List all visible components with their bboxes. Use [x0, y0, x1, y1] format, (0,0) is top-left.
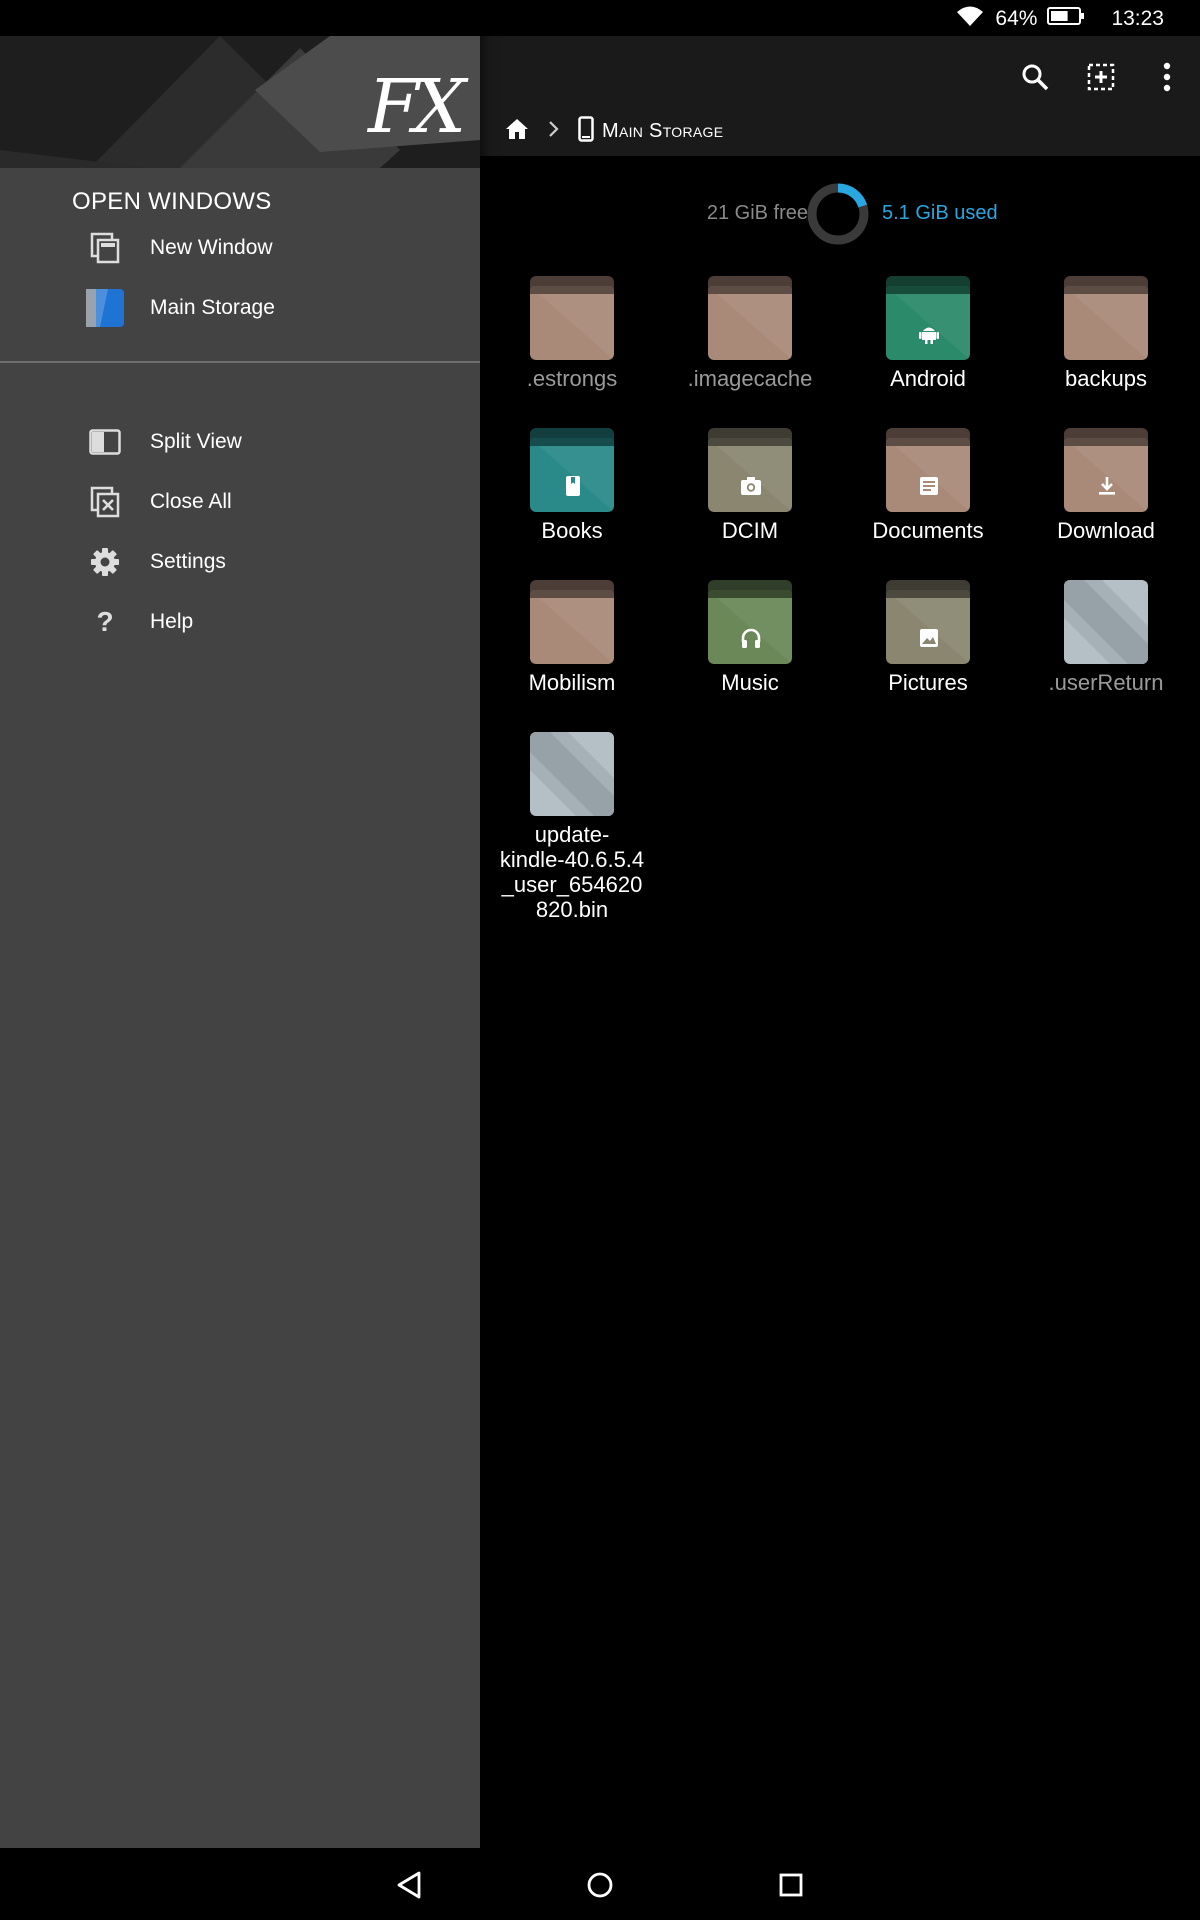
item-name: update-kindle-40.6.5.4 _user_654620 820.bi…	[483, 822, 661, 922]
folder-icon	[708, 580, 792, 664]
breadcrumb-main-storage[interactable]: Main Storage	[578, 115, 724, 147]
drawer-settings[interactable]: Settings	[86, 538, 226, 586]
navigation-bar	[0, 1848, 1200, 1920]
item-name: Documents	[872, 518, 984, 543]
storage-icon	[86, 289, 124, 327]
storage-donut-chart	[807, 183, 869, 245]
toolbar: Main Storage	[480, 36, 1200, 156]
back-icon[interactable]	[384, 1860, 434, 1910]
drawer-label: Settings	[150, 550, 226, 573]
drawer-help[interactable]: ? Help	[86, 598, 193, 646]
fx-logo: FX	[367, 64, 466, 150]
item-name-line: kindle-40.6.5.4	[499, 847, 645, 872]
help-icon: ?	[96, 606, 114, 637]
navigation-drawer: FX OPEN WINDOWS New Window Main Storage …	[0, 0, 480, 1848]
home-button-icon[interactable]	[575, 1860, 625, 1910]
split-view-icon	[86, 423, 124, 461]
folder-icon	[708, 276, 792, 360]
file-item[interactable]: update-kindle-40.6.5.4 _user_654620 820.bi…	[483, 732, 661, 922]
drawer-main-storage[interactable]: Main Storage	[86, 284, 275, 332]
drawer-label: New Window	[150, 236, 273, 259]
folder-item[interactable]: Documents	[839, 428, 1017, 543]
wifi-icon	[955, 4, 985, 34]
file-icon	[1064, 580, 1148, 664]
folder-icon	[886, 428, 970, 512]
new-window-icon	[86, 229, 124, 267]
folder-icon	[708, 428, 792, 512]
close-all-icon	[86, 483, 124, 521]
search-icon[interactable]	[1010, 52, 1060, 102]
chevron-right-icon	[548, 120, 560, 143]
folder-item[interactable]: DCIM	[661, 428, 839, 543]
item-name: backups	[1065, 366, 1147, 391]
status-right: 64% 13:23	[955, 4, 1164, 34]
file-icon	[530, 732, 614, 816]
battery-percent: 64%	[995, 7, 1038, 30]
folder-icon	[886, 276, 970, 360]
folder-item[interactable]: Mobilism	[483, 580, 661, 695]
home-icon[interactable]	[504, 117, 530, 146]
more-vert-icon[interactable]	[1142, 52, 1192, 102]
drawer-close-all[interactable]: Close All	[86, 478, 232, 526]
folder-icon	[530, 428, 614, 512]
folder-icon	[1064, 428, 1148, 512]
item-name: Books	[541, 518, 603, 543]
battery-icon	[1047, 6, 1085, 32]
folder-icon	[1064, 276, 1148, 360]
item-name-line: _user_654620	[501, 872, 643, 897]
item-name-line: 820.bin	[535, 897, 609, 922]
drawer-label: Help	[150, 610, 194, 633]
drawer-split-view[interactable]: Split View	[86, 418, 242, 466]
item-name: .estrongs	[526, 366, 618, 391]
select-icon[interactable]	[1076, 52, 1126, 102]
item-name: .imagecache	[687, 366, 813, 391]
folder-item[interactable]: Books	[483, 428, 661, 543]
folder-icon	[886, 580, 970, 664]
folder-item[interactable]: .estrongs	[483, 276, 661, 391]
item-name: Android	[890, 366, 966, 391]
folder-item[interactable]: Download	[1017, 428, 1195, 543]
item-name-line: update-	[534, 822, 610, 847]
storage-used-text: 5.1 GiB used	[882, 202, 998, 224]
clock: 13:23	[1111, 7, 1164, 30]
item-name: DCIM	[721, 518, 779, 543]
item-name: Music	[721, 670, 779, 695]
item-name: .userReturn	[1048, 670, 1164, 695]
file-browser-pane: Main Storage 21 GiB free 5.1 GiB used .e…	[480, 36, 1200, 1848]
storage-free-text: 21 GiB free	[706, 202, 808, 224]
drawer-new-window[interactable]: New Window	[86, 224, 273, 272]
file-item[interactable]: .userReturn	[1017, 580, 1195, 695]
item-name: Download	[1057, 518, 1155, 543]
phone-icon	[578, 115, 594, 147]
drawer-label: Main Storage	[150, 296, 275, 319]
drawer-header: FX	[0, 0, 480, 168]
folder-item[interactable]: backups	[1017, 276, 1195, 391]
drawer-divider	[0, 361, 480, 363]
drawer-label: Close All	[150, 490, 232, 513]
item-name: Pictures	[888, 670, 968, 695]
folder-icon	[530, 580, 614, 664]
open-windows-title: OPEN WINDOWS	[72, 188, 272, 215]
breadcrumb: Main Storage	[504, 114, 723, 148]
folder-item[interactable]: Android	[839, 276, 1017, 391]
breadcrumb-label: Main Storage	[602, 119, 724, 142]
folder-item[interactable]: Music	[661, 580, 839, 695]
recents-icon[interactable]	[766, 1860, 816, 1910]
folder-icon	[530, 276, 614, 360]
folder-item[interactable]: .imagecache	[661, 276, 839, 391]
drawer-label: Split View	[150, 430, 242, 453]
item-name: Mobilism	[528, 670, 616, 695]
storage-usage: 21 GiB free 5.1 GiB used	[480, 178, 1200, 250]
gear-icon	[86, 543, 124, 581]
folder-item[interactable]: Pictures	[839, 580, 1017, 695]
